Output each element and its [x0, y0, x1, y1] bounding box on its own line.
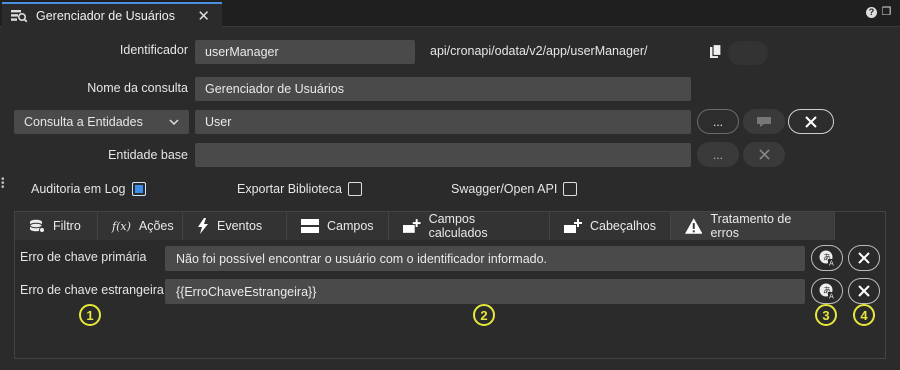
exportar-checkbox[interactable] [347, 182, 362, 196]
foreign-key-error-field[interactable]: {{ErroChaveEstrangeira}} [165, 279, 805, 304]
tab-eventos[interactable]: Eventos [183, 212, 287, 240]
auditoria-label: Auditoria em Log [31, 182, 126, 196]
foreign-clear-button[interactable] [848, 278, 880, 304]
restore-window-icon[interactable]: ❐ [881, 7, 892, 18]
ellipsis-label: ... [712, 114, 723, 129]
swagger-label: Swagger/Open API [451, 182, 558, 196]
tab-label: Campos [327, 219, 374, 233]
callout-1: 1 [79, 304, 101, 326]
tab-campos[interactable]: Campos [287, 212, 389, 240]
calculated-fields-icon [403, 219, 421, 233]
nome-consulta-label: Nome da consulta [87, 81, 188, 95]
entity-clear-button[interactable] [788, 109, 834, 134]
document-tab-title: Gerenciador de Usuários [36, 8, 175, 23]
tab-label: Filtro [53, 219, 81, 233]
primary-key-error-label: Erro de chave primária [20, 250, 147, 264]
tab-campos-calculados[interactable]: Campos calculados [389, 212, 550, 240]
database-icon [29, 219, 45, 233]
section-tabs: Filtro f(x) Ações Eventos Campos Campos … [15, 212, 885, 240]
entity-browse-button[interactable]: ... [697, 109, 739, 134]
entidade-base-clear-button[interactable] [743, 142, 785, 167]
primary-key-error-field[interactable]: Não foi possível encontrar o usuário com… [165, 246, 805, 271]
close-tab-icon[interactable]: ✕ [197, 7, 210, 25]
exportar-label: Exportar Biblioteca [237, 182, 342, 196]
copy-icon[interactable] [709, 44, 723, 60]
svg-text:A: A [829, 260, 834, 267]
ellipsis-label: ... [712, 147, 723, 162]
query-type-value: Consulta a Entidades [24, 115, 143, 129]
resize-handle[interactable]: • • • [1, 175, 5, 193]
svg-text:A: A [829, 293, 834, 300]
entidade-base-label: Entidade base [108, 148, 188, 162]
auditoria-checkbox[interactable] [131, 182, 146, 196]
document-tab[interactable]: Gerenciador de Usuários ✕ [2, 2, 222, 27]
tab-acoes[interactable]: f(x) Ações [98, 212, 183, 240]
translate-icon: あA [819, 250, 835, 266]
entidade-base-field[interactable] [195, 143, 691, 167]
close-icon [805, 115, 817, 128]
entity-message-button[interactable] [743, 109, 785, 134]
entidade-base-browse-button[interactable]: ... [697, 142, 739, 167]
foreign-key-error-label: Erro de chave estrangeira [20, 283, 164, 297]
primary-translate-button[interactable]: あA [811, 245, 843, 271]
callout-4: 4 [853, 304, 875, 326]
warning-icon [685, 218, 703, 234]
callout-2: 2 [473, 304, 495, 326]
toggle-switch[interactable] [728, 41, 768, 65]
close-icon [858, 252, 870, 264]
identificador-label: Identificador [119, 43, 188, 57]
foreign-translate-button[interactable]: あA [811, 278, 843, 304]
endpoint-url: api/cronapi/odata/v2/app/userManager/ [430, 44, 648, 58]
tab-filtro[interactable]: Filtro [15, 212, 98, 240]
close-icon [758, 149, 770, 160]
translate-icon: あA [819, 283, 835, 299]
auditoria-option[interactable]: Auditoria em Log [31, 182, 146, 196]
swagger-option[interactable]: Swagger/Open API [451, 182, 578, 196]
function-icon: f(x) [112, 219, 131, 233]
chevron-down-icon [169, 119, 179, 125]
close-icon [858, 285, 870, 297]
help-icon[interactable]: ? [866, 7, 877, 18]
tab-cabecalhos[interactable]: Cabeçalhos [550, 212, 671, 240]
nome-consulta-field[interactable]: Gerenciador de Usuários [195, 77, 691, 101]
lightning-icon [198, 218, 208, 234]
entity-field[interactable]: User [195, 110, 691, 134]
exportar-option[interactable]: Exportar Biblioteca [237, 182, 362, 196]
tab-label: Cabeçalhos [589, 219, 656, 233]
callout-3: 3 [815, 304, 837, 326]
swagger-checkbox[interactable] [563, 182, 578, 196]
tab-label: Ações [138, 219, 174, 233]
tab-label: Campos calculados [428, 212, 488, 240]
primary-clear-button[interactable] [848, 245, 880, 271]
fields-icon [301, 219, 319, 233]
tab-label: Tratamento de erros [710, 212, 792, 240]
headers-icon [564, 219, 582, 233]
message-icon [757, 117, 771, 127]
query-type-select[interactable]: Consulta a Entidades [14, 110, 189, 134]
window-controls: ? ❐ [866, 7, 892, 18]
database-search-icon [11, 9, 28, 22]
tab-label: Eventos [217, 219, 263, 233]
identificador-field[interactable]: userManager [195, 40, 415, 64]
tab-tratamento-de-erros[interactable]: Tratamento de erros [671, 212, 835, 240]
